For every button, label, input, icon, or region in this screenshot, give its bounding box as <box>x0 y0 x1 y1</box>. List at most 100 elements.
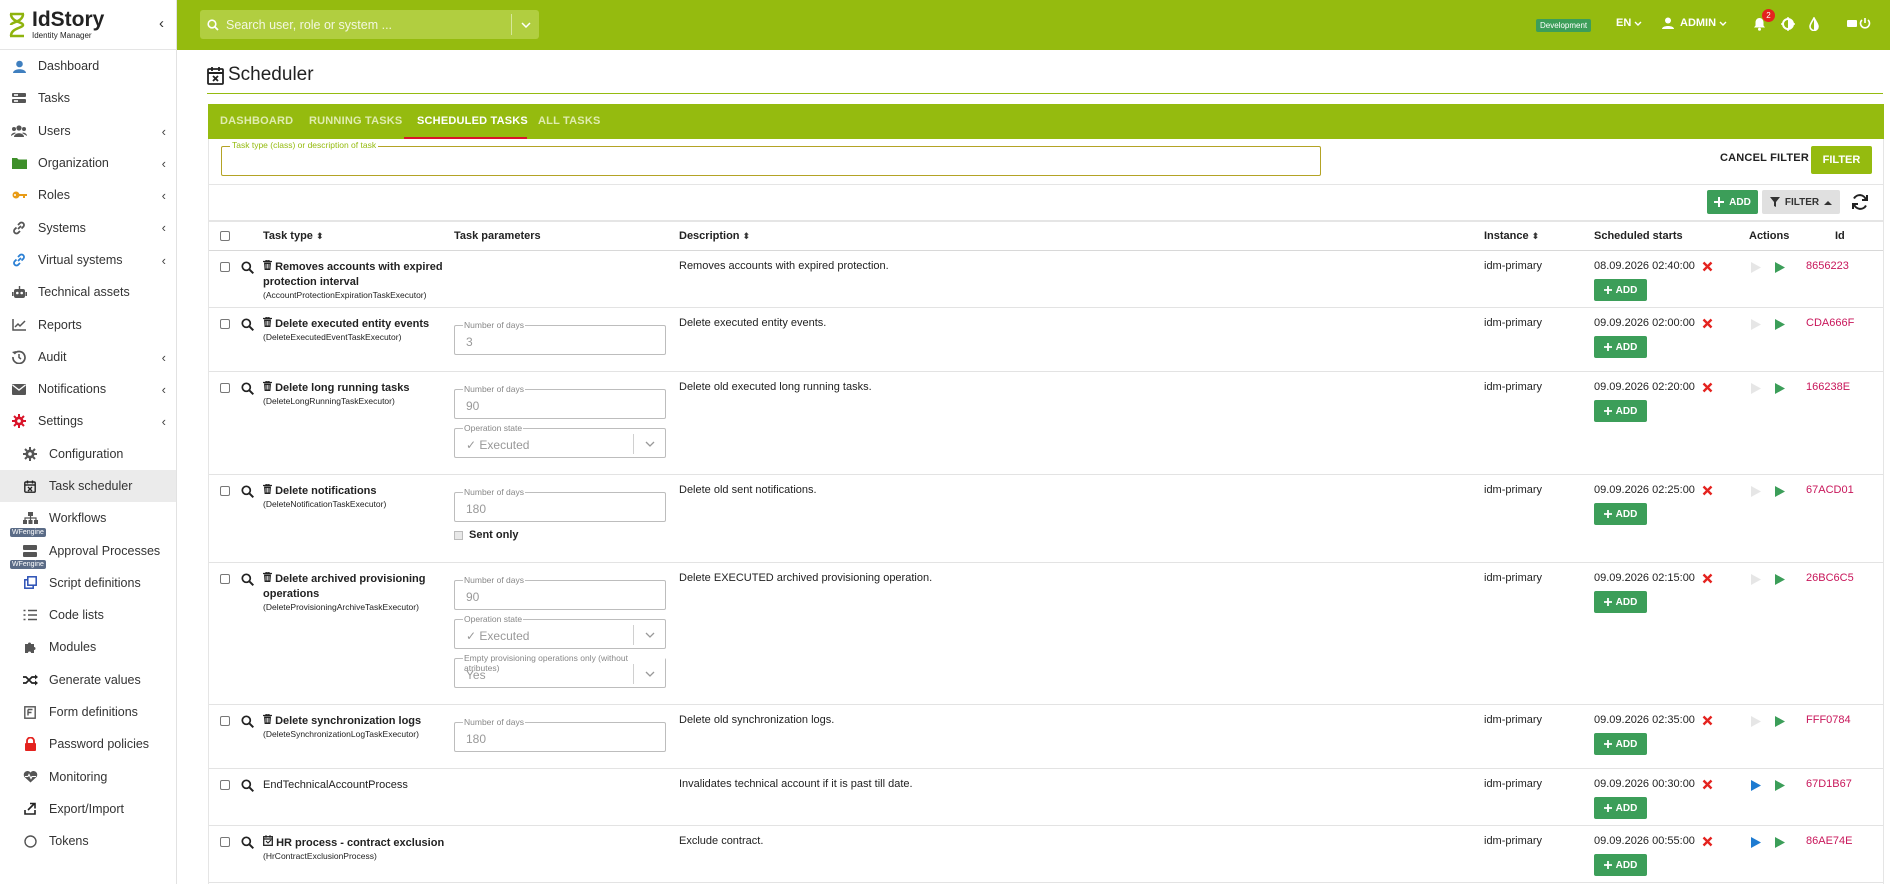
run-now-button[interactable] <box>1775 486 1785 497</box>
sidebar-item-generate-values[interactable]: Generate values <box>0 664 176 696</box>
search-input[interactable] <box>226 17 511 32</box>
run-now-button[interactable] <box>1775 574 1785 585</box>
remove-trigger-icon[interactable] <box>1702 715 1713 726</box>
add-trigger-button[interactable]: ADD <box>1594 279 1647 301</box>
run-now-button[interactable] <box>1775 319 1785 330</box>
run-disabled-button[interactable] <box>1751 319 1761 330</box>
logout-button[interactable] <box>1847 17 1871 29</box>
sidebar-item-export-import[interactable]: Export/Import <box>0 793 176 825</box>
tab-all-tasks[interactable]: ALL TASKS <box>538 115 601 127</box>
add-trigger-button[interactable]: ADD <box>1594 503 1647 525</box>
color-mode-button[interactable] <box>1808 17 1820 31</box>
sidebar-item-reports[interactable]: Reports <box>0 308 176 340</box>
parameter-select[interactable]: Operation state ✓ Executed <box>454 614 666 649</box>
remove-trigger-icon[interactable] <box>1702 779 1713 790</box>
sidebar-item-configuration[interactable]: Configuration <box>0 438 176 470</box>
tab-dashboard[interactable]: DASHBOARD <box>220 115 293 127</box>
run-disabled-button[interactable] <box>1751 262 1761 273</box>
detail-search-icon[interactable] <box>241 485 255 499</box>
sidebar-item-organization[interactable]: Organization ‹ <box>0 147 176 179</box>
remove-trigger-icon[interactable] <box>1702 382 1713 393</box>
tab-scheduled-tasks[interactable]: SCHEDULED TASKS <box>417 115 528 127</box>
collapse-sidebar-icon[interactable]: ‹ <box>159 15 164 32</box>
search-dropdown-icon[interactable] <box>511 14 539 35</box>
apply-filter-button[interactable]: FILTER <box>1811 146 1872 174</box>
add-trigger-button[interactable]: ADD <box>1594 733 1647 755</box>
task-id-link[interactable]: 8656223 <box>1806 260 1849 272</box>
task-id-link[interactable]: 26BC6C5 <box>1806 572 1854 584</box>
select-all-checkbox[interactable] <box>220 231 230 241</box>
sidebar-item-password-policies[interactable]: Password policies <box>0 728 176 760</box>
task-id-link[interactable]: 86AE74E <box>1806 835 1852 847</box>
detail-search-icon[interactable] <box>241 836 255 850</box>
add-trigger-button[interactable]: ADD <box>1594 854 1647 876</box>
language-selector[interactable]: EN <box>1616 17 1642 29</box>
detail-search-icon[interactable] <box>241 318 255 332</box>
sent-only-checkbox[interactable]: Sent only <box>454 529 519 541</box>
sidebar-item-systems[interactable]: Systems ‹ <box>0 211 176 243</box>
sidebar-item-task-scheduler[interactable]: Task scheduler <box>0 469 176 503</box>
remove-trigger-icon[interactable] <box>1702 261 1713 272</box>
task-id-link[interactable]: 67D1B67 <box>1806 778 1852 790</box>
toggle-filter-button[interactable]: FILTER <box>1762 190 1840 214</box>
remove-trigger-icon[interactable] <box>1702 318 1713 329</box>
detail-search-icon[interactable] <box>241 382 255 396</box>
sidebar-item-roles[interactable]: Roles ‹ <box>0 179 176 211</box>
run-disabled-button[interactable] <box>1751 716 1761 727</box>
remove-trigger-icon[interactable] <box>1702 836 1713 847</box>
task-id-link[interactable]: CDA666F <box>1806 317 1854 329</box>
run-now-button[interactable] <box>1775 837 1785 848</box>
sidebar-item-settings[interactable]: Settings ‹ <box>0 405 176 437</box>
run-now-button[interactable] <box>1775 716 1785 727</box>
header-task-type[interactable]: Task type ⬍ <box>263 230 323 242</box>
add-trigger-button[interactable]: ADD <box>1594 400 1647 422</box>
add-trigger-button[interactable]: ADD <box>1594 336 1647 358</box>
row-checkbox[interactable] <box>220 319 230 329</box>
theme-button[interactable] <box>1781 17 1795 31</box>
detail-search-icon[interactable] <box>241 261 255 275</box>
header-description[interactable]: Description ⬍ <box>679 230 750 242</box>
sidebar-item-modules[interactable]: Modules <box>0 631 176 663</box>
notifications-button[interactable]: 2 <box>1753 9 1775 31</box>
sidebar-item-approval-processes[interactable]: Approval Processes WFengine <box>0 534 176 570</box>
cancel-filter-button[interactable]: CANCEL FILTER <box>1720 152 1809 164</box>
run-disabled-button[interactable] <box>1751 574 1761 585</box>
row-checkbox[interactable] <box>220 383 230 393</box>
parameter-select[interactable]: Operation state ✓ Executed <box>454 423 666 458</box>
parameter-input[interactable]: Number of days 180 <box>454 487 666 522</box>
sidebar-item-script-definitions[interactable]: Script definitions <box>0 567 176 599</box>
run-now-button[interactable] <box>1775 383 1785 394</box>
sidebar-item-monitoring[interactable]: Monitoring <box>0 761 176 793</box>
detail-search-icon[interactable] <box>241 715 255 729</box>
tab-running-tasks[interactable]: RUNNING TASKS <box>309 115 402 127</box>
task-id-link[interactable]: FFF0784 <box>1806 714 1851 726</box>
task-id-link[interactable]: 67ACD01 <box>1806 484 1854 496</box>
refresh-button[interactable] <box>1849 191 1871 213</box>
add-task-button[interactable]: ADD <box>1707 190 1758 214</box>
run-button[interactable] <box>1751 780 1761 791</box>
detail-search-icon[interactable] <box>241 573 255 587</box>
logo[interactable]: IdStory Identity Manager ‹ <box>0 0 176 50</box>
run-disabled-button[interactable] <box>1751 486 1761 497</box>
remove-trigger-icon[interactable] <box>1702 573 1713 584</box>
run-disabled-button[interactable] <box>1751 383 1761 394</box>
sidebar-item-tasks[interactable]: Tasks <box>0 82 176 114</box>
row-checkbox[interactable] <box>220 486 230 496</box>
row-checkbox[interactable] <box>220 262 230 272</box>
run-now-button[interactable] <box>1775 262 1785 273</box>
sidebar-item-workflows[interactable]: Workflows WFengine <box>0 502 176 538</box>
user-menu[interactable]: ADMIN <box>1662 17 1727 29</box>
row-checkbox[interactable] <box>220 837 230 847</box>
sidebar-item-technical-assets[interactable]: Technical assets <box>0 276 176 308</box>
sidebar-item-virtual-systems[interactable]: Virtual systems ‹ <box>0 244 176 276</box>
sidebar-item-users[interactable]: Users ‹ <box>0 115 176 147</box>
detail-search-icon[interactable] <box>241 779 255 793</box>
sidebar-item-tokens[interactable]: Tokens <box>0 825 176 857</box>
parameter-select[interactable]: Empty provisioning operations only (with… <box>454 653 666 688</box>
row-checkbox[interactable] <box>220 574 230 584</box>
sidebar-item-dashboard[interactable]: Dashboard <box>0 50 176 82</box>
parameter-input[interactable]: Number of days 180 <box>454 717 666 752</box>
add-trigger-button[interactable]: ADD <box>1594 591 1647 613</box>
task-filter-input[interactable]: Task type (class) or description of task <box>221 140 1321 176</box>
sidebar-item-code-lists[interactable]: Code lists <box>0 599 176 631</box>
